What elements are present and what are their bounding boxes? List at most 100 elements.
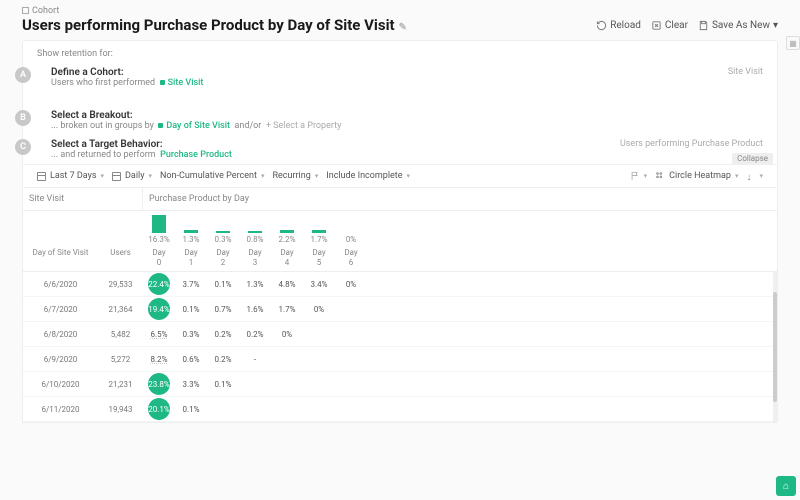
retention-cell[interactable]: 0.2% bbox=[207, 355, 239, 364]
retention-cell[interactable]: 0.1% bbox=[175, 305, 207, 314]
retention-cell[interactable]: 3.4% bbox=[303, 280, 335, 289]
scrollbar[interactable] bbox=[773, 272, 777, 422]
breadcrumb-label: Cohort bbox=[32, 6, 59, 16]
site-visit-token[interactable]: Site Visit bbox=[160, 78, 204, 88]
summary-pct: 1.7% bbox=[311, 235, 328, 244]
retention-cell[interactable]: 0.2% bbox=[207, 330, 239, 339]
retention-cell[interactable]: 0.1% bbox=[175, 405, 207, 414]
step-badge-c: C bbox=[15, 139, 31, 155]
retention-cell[interactable]: 1.6% bbox=[239, 305, 271, 314]
summary-bar-cell: 1.3% bbox=[175, 213, 207, 244]
interval-select[interactable]: Daily▾ bbox=[112, 171, 152, 181]
control-bar: Collapse Last 7 Days▾ Daily▾ Non-Cumulat… bbox=[23, 164, 777, 187]
retention-cell[interactable]: 0.2% bbox=[239, 330, 271, 339]
flag-icon bbox=[630, 171, 640, 181]
left-header: Site Visit bbox=[23, 188, 143, 210]
clear-button[interactable]: Clear bbox=[651, 20, 688, 31]
summary-pct: 0.8% bbox=[247, 235, 264, 244]
summary-bar-cell: 0.8% bbox=[239, 213, 271, 244]
retention-cell[interactable]: 1.7% bbox=[271, 305, 303, 314]
edit-title-icon[interactable]: ✎ bbox=[399, 22, 407, 33]
day-header-row: Day of Site Visit Users Day0Day1Day2Day3… bbox=[23, 244, 777, 272]
right-panel-toggle[interactable]: ▦ bbox=[786, 36, 800, 50]
summary-bar bbox=[152, 215, 166, 233]
retention-cell[interactable]: 0.7% bbox=[207, 305, 239, 314]
summary-pct: 2.2% bbox=[279, 235, 296, 244]
summary-pct: 0% bbox=[346, 235, 356, 244]
summary-bar-cell: 2.2% bbox=[271, 213, 303, 244]
step-badge-b: B bbox=[15, 110, 31, 126]
retention-cell[interactable]: 19.4% bbox=[143, 305, 175, 314]
retention-cell[interactable]: 0.6% bbox=[175, 355, 207, 364]
retention-cell[interactable]: 8.2% bbox=[143, 355, 175, 364]
retention-cell[interactable]: 20.1% bbox=[143, 405, 175, 414]
summary-bar-cell: 1.7% bbox=[303, 213, 335, 244]
calendar-icon bbox=[112, 172, 121, 181]
row-date: 6/11/2020 bbox=[23, 405, 98, 414]
users-label: Users bbox=[98, 248, 143, 267]
add-property-button[interactable]: + Select a Property bbox=[266, 121, 342, 131]
table-row[interactable]: 6/9/20205,2728.2%0.6%0.2%- bbox=[23, 347, 777, 372]
summary-bars: 16.3%1.3%0.3%0.8%2.2%1.7%0% bbox=[23, 211, 777, 244]
chart-type-select[interactable]: Circle Heatmap▾ bbox=[655, 171, 738, 181]
step-c-desc: ... and returned to perform Purchase Pro… bbox=[51, 150, 232, 160]
summary-bar-cell: 16.3% bbox=[143, 213, 175, 244]
calendar-icon bbox=[37, 172, 46, 181]
day-label: Day2 bbox=[207, 248, 239, 267]
table-row[interactable]: 6/7/202021,36419.4%0.1%0.7%1.6%1.7%0% bbox=[23, 297, 777, 322]
step-a-desc: Users who first performed Site Visit bbox=[51, 78, 203, 88]
table-row[interactable]: 6/6/202029,53322.4%3.7%0.1%1.3%4.8%3.4%0… bbox=[23, 272, 777, 297]
heatmap-icon bbox=[655, 171, 665, 181]
incomplete-select[interactable]: Include Incomplete▾ bbox=[326, 171, 410, 181]
purchase-product-token[interactable]: Purchase Product bbox=[160, 150, 232, 160]
day-of-site-visit-token[interactable]: Day of Site Visit bbox=[158, 121, 230, 131]
save-as-new-button[interactable]: Save As New ▾ bbox=[698, 20, 778, 31]
retention-cell[interactable]: 4.8% bbox=[271, 280, 303, 289]
retention-cell[interactable]: 0% bbox=[303, 305, 335, 314]
collapse-button[interactable]: Collapse bbox=[732, 153, 773, 164]
summary-pct: 1.3% bbox=[183, 235, 200, 244]
col-label: Day of Site Visit bbox=[23, 248, 98, 267]
row-users: 29,533 bbox=[98, 280, 143, 289]
reload-button[interactable]: Reload bbox=[596, 20, 641, 31]
retention-cell[interactable]: 3.7% bbox=[175, 280, 207, 289]
mode-select[interactable]: Non-Cumulative Percent▾ bbox=[160, 171, 264, 181]
summary-bar bbox=[280, 230, 294, 233]
retention-cell[interactable]: 23.8% bbox=[143, 380, 175, 389]
step-a-right: Site Visit bbox=[728, 67, 763, 77]
cohort-icon bbox=[22, 7, 29, 14]
retention-cell[interactable]: 3.3% bbox=[175, 380, 207, 389]
step-c: C Select a Target Behavior: ... and retu… bbox=[23, 135, 777, 164]
summary-pct: 16.3% bbox=[148, 235, 169, 244]
row-users: 19,943 bbox=[98, 405, 143, 414]
help-button[interactable]: ⌂ bbox=[776, 476, 796, 496]
retention-table: Site Visit Purchase Product by Day 16.3%… bbox=[22, 188, 778, 423]
breadcrumb[interactable]: Cohort bbox=[22, 6, 778, 16]
retention-cell[interactable]: 0.1% bbox=[207, 280, 239, 289]
retention-cell[interactable]: 0% bbox=[335, 280, 367, 289]
recurring-select[interactable]: Recurring▾ bbox=[272, 171, 318, 181]
download-button[interactable]: ▾ bbox=[746, 172, 763, 181]
save-icon bbox=[698, 20, 709, 31]
summary-bar bbox=[312, 230, 326, 233]
table-row[interactable]: 6/11/202019,94320.1%0.1% bbox=[23, 397, 777, 422]
step-a: A Define a Cohort: Users who first perfo… bbox=[23, 63, 777, 92]
retention-cell[interactable]: - bbox=[239, 355, 271, 364]
retention-cell[interactable]: 22.4% bbox=[143, 280, 175, 289]
date-range-select[interactable]: Last 7 Days▾ bbox=[37, 171, 104, 181]
table-row[interactable]: 6/8/20205,4826.5%0.3%0.2%0.2%0% bbox=[23, 322, 777, 347]
table-row[interactable]: 6/10/202021,23123.8%3.3%0.1% bbox=[23, 372, 777, 397]
retention-cell[interactable]: 6.5% bbox=[143, 330, 175, 339]
retention-cell[interactable]: 0.1% bbox=[207, 380, 239, 389]
bookmark-button[interactable]: ▾ bbox=[630, 171, 648, 181]
step-b-title: Select a Breakout: bbox=[51, 110, 341, 121]
retention-cell[interactable]: 1.3% bbox=[239, 280, 271, 289]
day-label: Day3 bbox=[239, 248, 271, 267]
row-users: 21,364 bbox=[98, 305, 143, 314]
retention-cell[interactable]: 0.3% bbox=[175, 330, 207, 339]
scrollbar-thumb[interactable] bbox=[773, 292, 777, 402]
retention-cell[interactable]: 0% bbox=[271, 330, 303, 339]
summary-bar-cell: 0% bbox=[335, 213, 367, 244]
row-users: 5,482 bbox=[98, 330, 143, 339]
step-a-title: Define a Cohort: bbox=[51, 67, 203, 78]
